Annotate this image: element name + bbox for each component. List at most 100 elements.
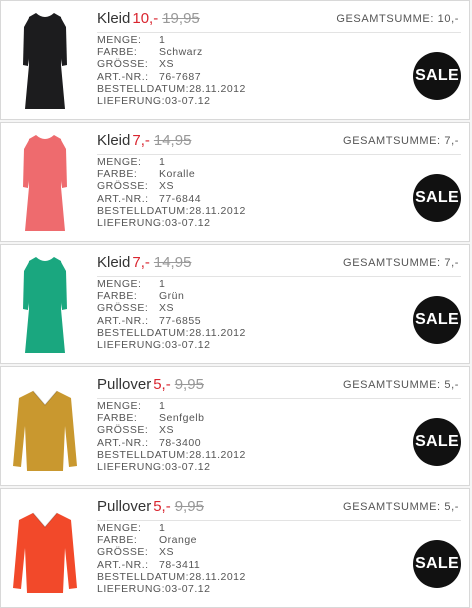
detail-label: FARBE: (97, 534, 138, 547)
dress-icon[interactable] (5, 5, 85, 115)
detail-row: FARBE: Koralle (97, 168, 246, 180)
detail-row: ART.-NR.: 77-6844 (97, 193, 246, 205)
product-name: Kleid (97, 10, 131, 27)
detail-label: BESTELLDATUM: (97, 448, 190, 461)
detail-label: ART.-NR.: (97, 436, 149, 449)
detail-value: 77-6844 (159, 192, 202, 205)
order-item[interactable]: Pullover 5,- 9,95 GESAMTSUMME: 5,- MENGE: 1 FA… (0, 488, 470, 608)
detail-row: MENGE: 1 (97, 522, 246, 534)
order-list: Kleid 10,- 19,95 GESAMTSUMME: 10,- MENGE: 1 FA… (0, 0, 472, 608)
dress-icon[interactable] (5, 127, 85, 237)
sale-badge: SALE (413, 174, 461, 222)
detail-value: 1 (159, 400, 166, 412)
total-amount: GESAMTSUMME: 5,- (343, 379, 459, 391)
detail-row: MENGE: 1 (97, 156, 246, 168)
detail-label: FARBE: (97, 290, 138, 303)
detail-label: BESTELLDATUM: (97, 326, 190, 339)
detail-value: 28.11.2012 (189, 448, 246, 461)
product-name: Kleid (97, 254, 131, 271)
detail-value: 28.11.2012 (189, 82, 246, 95)
product-title[interactable]: Pullover 5,- 9,95 (97, 376, 204, 393)
detail-label: LIEFERUNG: (97, 461, 166, 474)
product-name: Pullover (97, 376, 152, 393)
detail-value: 03-07.12 (165, 461, 211, 474)
detail-row: LIEFERUNG: 03-07.12 (97, 339, 246, 351)
order-item[interactable]: Kleid 7,- 14,95 GESAMTSUMME: 7,- MENGE: 1 FARB… (0, 122, 470, 242)
detail-label: MENGE: (97, 522, 142, 534)
detail-row: MENGE: 1 (97, 278, 246, 290)
detail-value: Koralle (159, 168, 196, 181)
detail-row: FARBE: Schwarz (97, 46, 246, 58)
detail-row: ART.-NR.: 76-7687 (97, 71, 246, 83)
detail-value: 78-3411 (159, 558, 201, 571)
detail-row: FARBE: Orange (97, 534, 246, 546)
detail-row: MENGE: 1 (97, 34, 246, 46)
product-name: Pullover (97, 498, 152, 515)
detail-row: LIEFERUNG: 03-07.12 (97, 217, 246, 229)
product-details: MENGE: 1 FARBE: Grün GRÖSSE: XS ART.-NR.: 77-68… (97, 278, 246, 351)
product-details: MENGE: 1 FARBE: Schwarz GRÖSSE: XS ART.-NR.: 76… (97, 34, 246, 107)
detail-label: FARBE: (97, 412, 138, 425)
detail-value: 03-07.12 (165, 339, 211, 352)
detail-value: 03-07.12 (165, 95, 211, 108)
detail-value: 78-3400 (159, 436, 202, 449)
product-title[interactable]: Kleid 7,- 14,95 (97, 254, 191, 271)
detail-row: FARBE: Grün (97, 290, 246, 302)
detail-row: BESTELLDATUM: 28.11.2012 (97, 83, 246, 95)
divider (97, 32, 461, 33)
dress-shape (23, 135, 67, 231)
detail-row: LIEFERUNG: 03-07.12 (97, 583, 246, 595)
divider (97, 154, 461, 155)
detail-label: MENGE: (97, 34, 142, 46)
detail-row: LIEFERUNG: 03-07.12 (97, 95, 246, 107)
detail-row: GRÖSSE: XS (97, 424, 246, 436)
detail-label: GRÖSSE: (97, 546, 149, 559)
detail-row: BESTELLDATUM: 28.11.2012 (97, 205, 246, 217)
detail-label: GRÖSSE: (97, 58, 149, 71)
product-title[interactable]: Kleid 7,- 14,95 (97, 132, 191, 149)
detail-value: XS (159, 546, 175, 559)
detail-label: MENGE: (97, 400, 142, 412)
detail-label: BESTELLDATUM: (97, 204, 190, 217)
sale-price: 7,- (132, 132, 150, 149)
detail-row: GRÖSSE: XS (97, 546, 246, 558)
product-details: MENGE: 1 FARBE: Koralle GRÖSSE: XS ART.-NR.: 77… (97, 156, 246, 229)
sweater-icon[interactable] (5, 371, 85, 481)
detail-value: 03-07.12 (165, 217, 211, 230)
sweater-shape (13, 512, 77, 593)
detail-row: LIEFERUNG: 03-07.12 (97, 461, 246, 473)
detail-value: 1 (159, 278, 166, 290)
sale-badge: SALE (413, 540, 461, 588)
sale-price: 5,- (153, 498, 171, 515)
sale-price: 7,- (132, 254, 150, 271)
detail-value: 28.11.2012 (189, 204, 246, 217)
order-item[interactable]: Kleid 7,- 14,95 GESAMTSUMME: 7,- MENGE: 1 FARB… (0, 244, 470, 364)
detail-label: ART.-NR.: (97, 192, 149, 205)
detail-value: 77-6855 (159, 314, 202, 327)
product-title[interactable]: Pullover 5,- 9,95 (97, 498, 204, 515)
sweater-icon[interactable] (5, 493, 85, 603)
detail-label: FARBE: (97, 168, 138, 181)
dress-icon[interactable] (5, 249, 85, 359)
original-price: 19,95 (162, 10, 200, 27)
detail-row: GRÖSSE: XS (97, 302, 246, 314)
detail-value: Grün (159, 290, 185, 303)
order-item[interactable]: Pullover 5,- 9,95 GESAMTSUMME: 5,- MENGE: 1 FA… (0, 366, 470, 486)
detail-value: 76-7687 (159, 70, 202, 83)
product-title[interactable]: Kleid 10,- 19,95 (97, 10, 200, 27)
detail-value: 28.11.2012 (189, 326, 246, 339)
total-amount: GESAMTSUMME: 10,- (336, 13, 459, 25)
detail-label: LIEFERUNG: (97, 339, 166, 352)
detail-label: LIEFERUNG: (97, 583, 166, 596)
detail-value: XS (159, 302, 175, 315)
detail-row: ART.-NR.: 78-3411 (97, 559, 246, 571)
detail-label: GRÖSSE: (97, 302, 149, 315)
sale-price: 5,- (153, 376, 171, 393)
product-name: Kleid (97, 132, 131, 149)
detail-label: ART.-NR.: (97, 558, 149, 571)
original-price: 14,95 (153, 132, 192, 149)
order-item[interactable]: Kleid 10,- 19,95 GESAMTSUMME: 10,- MENGE: 1 FA… (0, 0, 470, 120)
detail-row: BESTELLDATUM: 28.11.2012 (97, 571, 246, 583)
divider (97, 276, 461, 277)
detail-value: 1 (159, 156, 166, 168)
